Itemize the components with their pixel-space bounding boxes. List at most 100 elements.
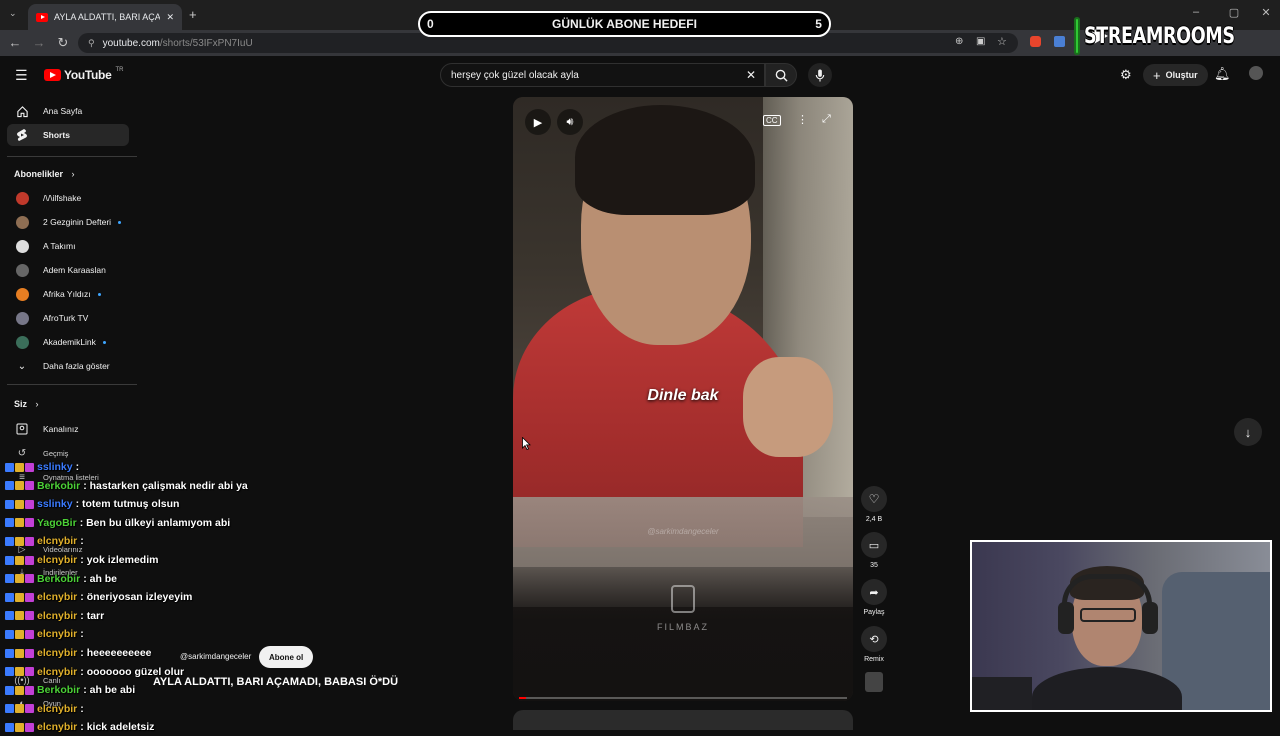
sidebar-item-your-channel[interactable]: Kanalınız [7, 418, 129, 440]
play-button[interactable]: ▶ [525, 109, 551, 135]
site-info-icon[interactable]: ⚲ [88, 38, 95, 49]
avatar[interactable] [1249, 66, 1263, 80]
sidebar-item-subscription[interactable]: Adem Karaaslan [7, 259, 129, 281]
chat-badge-icon [25, 667, 34, 677]
channel-handle[interactable]: @sarkimdangeceler [180, 652, 251, 661]
volume-button[interactable]: 🔊︎ [557, 109, 583, 135]
show-more-button[interactable]: ⌄ Daha fazla göster [7, 355, 129, 377]
chat-text: : yok izlemedim [80, 554, 159, 566]
chat-badge-icon [5, 685, 14, 695]
channel-avatar [15, 335, 29, 349]
sidebar-item-home[interactable]: Ana Sayfa [7, 100, 129, 122]
next-video-button[interactable]: ↓ [1234, 418, 1262, 446]
notifications-bell-icon[interactable]: 🔔︎ [1214, 66, 1231, 82]
search-button[interactable] [765, 63, 797, 87]
new-tab-icon[interactable]: + [189, 7, 197, 22]
chat-message: elcnybir: heeeeeeeeee [5, 644, 152, 662]
chat-badge-icon [15, 574, 24, 584]
shorts-video-player[interactable]: Dinle bak @sarkimdangeceler FILMBAZ ▶ 🔊︎… [513, 97, 853, 701]
search-input[interactable] [451, 69, 731, 81]
forward-icon[interactable]: → [28, 35, 50, 50]
remix-action[interactable]: ⟲ Remix [860, 626, 888, 663]
tab-close-icon[interactable]: ✕ [166, 12, 174, 23]
fullscreen-icon[interactable]: ⤢ [822, 113, 831, 126]
chat-username: Berkobir [37, 684, 81, 697]
chat-username: elcnybir [37, 535, 78, 548]
audio-track-thumbnail[interactable] [865, 672, 883, 692]
chat-badge-icon [15, 629, 24, 639]
sidebar-item-label: Ana Sayfa [43, 106, 83, 116]
chat-text: : [80, 702, 84, 715]
comment-button[interactable]: ▭ [861, 532, 887, 558]
chat-text: : ooooooo güzel olur [80, 665, 185, 678]
subscription-label: AkademikLink [43, 337, 96, 347]
back-icon[interactable]: ← [4, 35, 26, 50]
comment-action[interactable]: ▭ 35 [860, 532, 888, 569]
channel-avatar [15, 239, 29, 253]
chat-badge-icon [15, 536, 24, 546]
zoom-icon[interactable]: ⊕ [955, 36, 963, 47]
browser-tab-active[interactable]: AYLA ALDATTI, BARI AÇAMADI... ✕ [28, 4, 182, 30]
chat-username: Berkobir [37, 572, 81, 585]
video-progress-bar[interactable] [519, 697, 847, 699]
play-icon: ▶ [533, 116, 543, 129]
translate-extension-icon[interactable] [1054, 36, 1065, 47]
chat-badge-icon [25, 704, 34, 714]
chat-badges [5, 499, 34, 509]
mouse-cursor-icon [522, 437, 531, 450]
chat-text: : [80, 628, 84, 641]
chat-username: sslinky [37, 498, 73, 511]
chat-text: : [75, 461, 80, 473]
share-action[interactable]: ➦ Paylaş [860, 579, 888, 616]
extension-icon[interactable] [1030, 36, 1041, 47]
subscribe-button[interactable]: Abone ol [259, 646, 314, 668]
studio-gear-icon[interactable]: ⚙ [1120, 67, 1132, 83]
remix-button[interactable]: ⟲ [861, 626, 887, 652]
video-frame-person-hair [575, 105, 755, 215]
youtube-logo[interactable]: YouTube TR [44, 67, 123, 82]
chat-badges [5, 481, 34, 491]
chat-badge-icon [15, 518, 24, 528]
sidebar-item-subscription[interactable]: 2 Gezginin Defteri [7, 211, 129, 233]
channel-avatar [15, 215, 29, 229]
chat-badge-icon [15, 481, 24, 491]
voice-search-button[interactable] [808, 63, 832, 87]
sidebar-item-subscription[interactable]: A Takımı [7, 235, 129, 257]
reload-icon[interactable]: ↻ [52, 35, 74, 51]
subscription-label: A Takımı [43, 241, 76, 251]
subscriptions-title[interactable]: Abonelikler › [14, 169, 75, 179]
clear-search-icon[interactable]: ✕ [746, 68, 756, 82]
create-button[interactable]: + Oluştur [1143, 64, 1208, 86]
captions-icon[interactable]: CC [763, 115, 781, 126]
chat-badge-icon [5, 611, 14, 621]
goal-title: GÜNLÜK ABONE HEDEFI [552, 17, 697, 31]
home-icon [16, 105, 28, 117]
chat-badge-icon [5, 704, 14, 714]
you-title-text: Siz [14, 399, 28, 409]
like-action[interactable]: ♡ 2,4 B [860, 486, 888, 523]
sidebar-item-shorts[interactable]: Shorts [7, 124, 129, 146]
tab-search-icon[interactable]: ⌄ [9, 8, 17, 19]
search-icon [775, 69, 788, 82]
chat-badge-icon [25, 722, 34, 732]
sidebar-item-subscription[interactable]: AkademikLink [7, 331, 129, 353]
video-progress-fill [519, 697, 526, 699]
you-section-title[interactable]: Siz › [14, 399, 39, 409]
chat-username: elcnybir [37, 591, 78, 604]
share-button[interactable]: ➦ [861, 579, 887, 605]
volume-icon: 🔊︎ [566, 115, 574, 128]
bookmark-star-icon[interactable]: ☆ [997, 35, 1007, 48]
hamburger-menu-icon[interactable]: ☰ [15, 67, 28, 84]
chat-badge-icon [25, 499, 34, 509]
sidebar-item-subscription[interactable]: AfroTurk TV [7, 307, 129, 329]
chat-username: elcnybir [37, 721, 78, 734]
more-options-icon[interactable]: ⋮ [797, 113, 808, 126]
sidebar-item-subscription[interactable]: Afrika Yıldızı [7, 283, 129, 305]
like-button[interactable]: ♡ [861, 486, 887, 512]
chat-username: elcnybir [37, 609, 78, 622]
next-short-preview[interactable] [513, 710, 853, 730]
cast-icon[interactable]: ▣ [976, 36, 985, 47]
plus-icon: + [1153, 67, 1161, 83]
sidebar-item-subscription[interactable]: /\/\ilfshake [7, 187, 129, 209]
shorts-icon [17, 129, 27, 141]
